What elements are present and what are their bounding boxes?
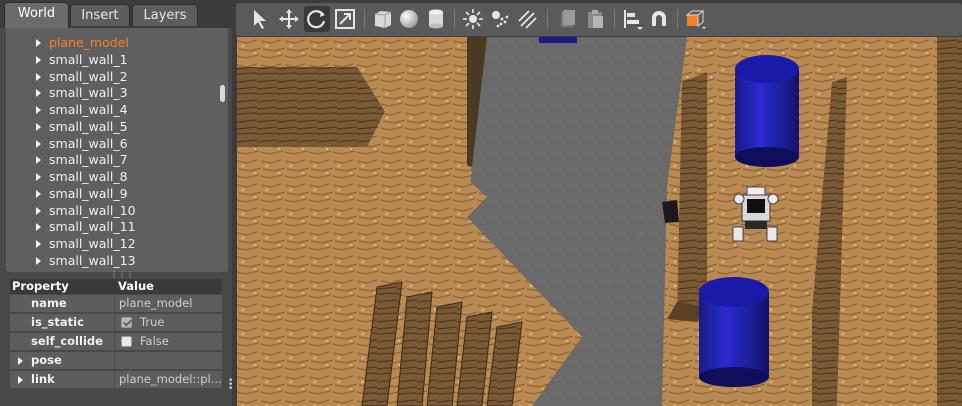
expand-arrow-icon[interactable] xyxy=(36,73,41,81)
translate-icon[interactable] xyxy=(276,6,302,32)
self-collide-checkbox[interactable] xyxy=(121,336,132,347)
expand-arrow-icon[interactable] xyxy=(36,190,41,198)
rotate-icon[interactable] xyxy=(304,6,330,32)
copy-icon[interactable] xyxy=(554,6,580,32)
3d-viewport[interactable] xyxy=(237,37,962,406)
tree-scrollbar[interactable] xyxy=(220,85,225,102)
property-row-self-collide[interactable]: self_collide False xyxy=(10,333,222,350)
point-light-icon[interactable] xyxy=(460,6,486,32)
view-angle-icon[interactable] xyxy=(682,6,708,32)
box-icon[interactable] xyxy=(370,6,396,32)
value-column-header: Value xyxy=(118,279,154,293)
cylinder-icon[interactable] xyxy=(423,6,449,32)
align-icon[interactable] xyxy=(619,6,645,32)
tab-layers[interactable]: Layers xyxy=(132,4,198,26)
property-table: Property Value name plane_model is_stati… xyxy=(10,279,222,399)
sphere-icon[interactable] xyxy=(396,6,422,32)
toolbar-separator xyxy=(454,9,455,29)
expand-arrow-icon[interactable] xyxy=(36,56,41,64)
directional-light-icon[interactable] xyxy=(514,6,540,32)
toolbar xyxy=(236,3,962,36)
property-row-link[interactable]: link plane_model::pl... xyxy=(10,371,222,388)
expand-arrow-icon[interactable] xyxy=(36,257,41,265)
tab-bar: World Insert Layers xyxy=(0,0,232,28)
panel-resize-grip[interactable]: • • • xyxy=(228,377,233,394)
expand-arrow-icon[interactable] xyxy=(36,240,41,248)
expand-arrow-icon[interactable] xyxy=(36,39,41,47)
toolbar-separator xyxy=(677,9,678,29)
property-row-pose[interactable]: pose xyxy=(10,352,222,369)
is-static-checkbox[interactable] xyxy=(121,317,132,328)
expand-arrow-icon[interactable] xyxy=(36,156,41,164)
expand-arrow-icon[interactable] xyxy=(36,140,41,148)
expand-arrow-icon[interactable] xyxy=(36,123,41,131)
toolbar-separator xyxy=(364,9,365,29)
model-tree: plane_model small_wall_1 small_wall_2 sm… xyxy=(6,28,228,272)
scale-icon[interactable] xyxy=(332,6,358,32)
expand-arrow-icon[interactable] xyxy=(36,106,41,114)
property-column-header: Property xyxy=(12,279,69,293)
expand-arrow-icon[interactable] xyxy=(36,89,41,97)
property-row-name[interactable]: name plane_model xyxy=(10,295,222,312)
left-panel: World Insert Layers plane_model small_wa… xyxy=(0,0,233,406)
tab-world[interactable]: World xyxy=(4,2,69,28)
snap-icon[interactable] xyxy=(646,6,672,32)
expand-arrow-icon[interactable] xyxy=(36,207,41,215)
select-arrow-icon[interactable] xyxy=(248,6,274,32)
toolbar-separator xyxy=(547,9,548,29)
spot-light-icon[interactable] xyxy=(487,6,513,32)
tab-insert[interactable]: Insert xyxy=(70,4,130,26)
property-header: Property Value xyxy=(10,279,222,294)
splitter-handle[interactable]: ⋮⋮⋮ xyxy=(110,271,134,279)
property-row-is-static[interactable]: is_static True xyxy=(10,314,222,331)
expand-arrow-icon[interactable] xyxy=(36,173,41,181)
expand-arrow-icon[interactable] xyxy=(36,223,41,231)
toolbar-separator xyxy=(614,9,615,29)
paste-icon[interactable] xyxy=(582,6,608,32)
scene-render[interactable] xyxy=(237,37,962,406)
